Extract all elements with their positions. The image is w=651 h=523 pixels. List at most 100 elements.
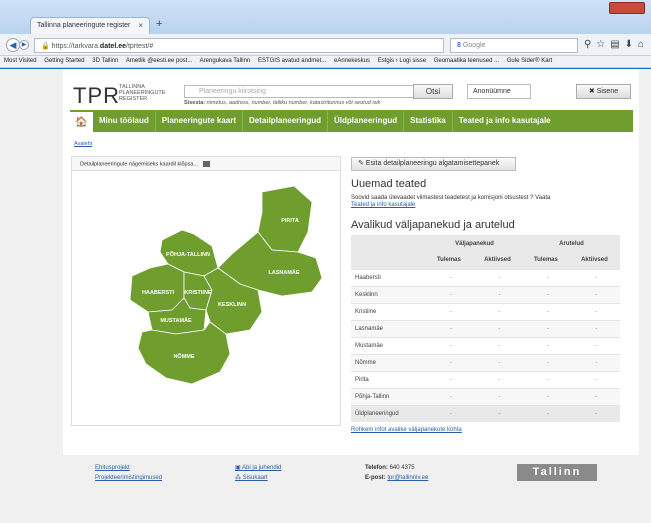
- more-info-link[interactable]: Rohkem infot avalike väljapanekute kohta: [351, 427, 462, 433]
- news-description: Soovid saada ülevaadet viimastest teadet…: [351, 195, 551, 201]
- back-icon[interactable]: ◀: [6, 38, 20, 52]
- nav-statistika[interactable]: Statistika: [404, 110, 453, 132]
- google-icon: 8: [457, 42, 461, 49]
- table-row: Põhja-Tallinn - - - -: [351, 387, 620, 405]
- window-close-button[interactable]: [609, 2, 645, 14]
- cell: -: [522, 404, 569, 422]
- cell: -: [568, 336, 620, 354]
- bookmark-item[interactable]: eAnnekeskus: [334, 58, 370, 64]
- cell: -: [471, 353, 523, 371]
- nav-detailplaneeringud[interactable]: Detailplaneeringud: [243, 110, 329, 132]
- cell: -: [426, 319, 472, 337]
- cell: -: [522, 370, 569, 388]
- browser-toolbar-icons: ⚲ ☆ ▤ ⬇ ⌂: [584, 39, 650, 50]
- cell: -: [522, 302, 569, 320]
- district-map-panel: Detailplaneeringute nägemiseks kaardil k…: [71, 156, 341, 426]
- proposal-button[interactable]: ✎ Esita detailplaneeringu algatamisettep…: [351, 157, 516, 171]
- browser-search-input[interactable]: 8 Google: [450, 38, 578, 53]
- footer-contacts: Telefon: 640 4375 E-post: tpr@tallinnlv.…: [365, 463, 428, 483]
- bookmark-item[interactable]: Getting Started: [44, 58, 84, 64]
- table-row: Kristiine - - - -: [351, 302, 620, 320]
- nav-teated[interactable]: Teated ja info kasutajale: [453, 110, 557, 132]
- search-hint-label: Sisesta:: [184, 100, 206, 106]
- sitemap-icon: ⁂: [235, 475, 243, 481]
- group-header-valjapanekud: Väljapanekud: [426, 235, 523, 252]
- row-name[interactable]: Põhja-Tallinn: [351, 387, 426, 405]
- cell: -: [568, 404, 620, 422]
- star-icon[interactable]: ☆: [596, 39, 605, 50]
- bookmark-item[interactable]: Geomaatika teenused ...: [434, 58, 499, 64]
- bookmark-item[interactable]: ESTGIS avatud andmet...: [258, 58, 326, 64]
- district-label-pirita: PIRITA: [281, 218, 299, 224]
- browser-tab[interactable]: Tallinna planeeringute register ×: [30, 17, 150, 34]
- download-icon[interactable]: ⬇: [625, 39, 633, 50]
- tab-title: Tallinna planeeringute register: [37, 22, 131, 29]
- url-plain: https://tarkvara.: [51, 43, 100, 50]
- nav-planeeringute-kaart[interactable]: Planeeringute kaart: [156, 110, 244, 132]
- login-button[interactable]: ✖ Sisene: [576, 84, 631, 99]
- home-icon[interactable]: 🏠: [70, 110, 93, 132]
- cell: -: [426, 370, 472, 388]
- tallinn-city-logo[interactable]: Tallinn: [517, 464, 597, 481]
- phone-value: 640 4375: [389, 465, 415, 471]
- footer-link-sisukaart-label: Sisukaart: [242, 475, 268, 481]
- footer-email: E-post: tpr@tallinnlv.ee: [365, 473, 428, 483]
- search-hint: Sisesta: nimetus, aadress, number, täili…: [184, 100, 380, 106]
- row-name[interactable]: Pirita: [351, 370, 426, 388]
- site-logo[interactable]: TPR: [73, 83, 120, 109]
- clipboard-icon[interactable]: ▤: [610, 39, 619, 50]
- cell: -: [522, 319, 569, 337]
- row-name[interactable]: Nõmme: [351, 353, 426, 371]
- row-name[interactable]: Kristiine: [351, 302, 426, 320]
- cell: -: [426, 285, 472, 303]
- search-button[interactable]: Otsi: [413, 84, 453, 99]
- url-bar[interactable]: 🔒 https://tarkvara.datel.ee/tprtest/#: [34, 38, 444, 53]
- footer-link-abi[interactable]: ▣ Abi ja juhendid: [235, 463, 281, 473]
- row-name[interactable]: Lasnamäe: [351, 319, 426, 337]
- bookmark-item[interactable]: 3D Tallinn: [92, 58, 118, 64]
- user-field[interactable]: Anonüümne: [467, 84, 531, 99]
- district-label-lasnamae: LASNAMÄE: [268, 269, 299, 276]
- row-name[interactable]: Kesklinn: [351, 285, 426, 303]
- nav-uldplaneeringud[interactable]: Üldplaneeringud: [328, 110, 405, 132]
- cell: -: [568, 319, 620, 337]
- bookmark-item[interactable]: Ametlik @eesti.ee post...: [126, 58, 192, 64]
- bookmark-item[interactable]: Estgis › Logi sisse: [378, 58, 426, 64]
- bookmark-item[interactable]: Gule Sider® Kart: [507, 58, 552, 64]
- table-row: Lasnamäe - - - -: [351, 319, 620, 337]
- cell: -: [426, 353, 472, 371]
- search-icon[interactable]: ⚲: [584, 39, 591, 50]
- search-engine-name: Google: [462, 42, 486, 49]
- tab-close-icon[interactable]: ×: [138, 21, 143, 30]
- footer-link-ehitusprojekt[interactable]: Ehitusprojekt: [95, 463, 162, 473]
- nav-minu-toolaud[interactable]: Minu töölaud: [93, 110, 156, 132]
- bookmark-item[interactable]: Arengukava Tallinn: [200, 58, 251, 64]
- url-path: /tprtest/#: [126, 43, 154, 50]
- table-title: Avalikud väljapanekud ja arutelud: [351, 219, 515, 231]
- footer-link-projekteerimistingimused[interactable]: Projekteerimistingimused: [95, 473, 162, 483]
- new-tab-button[interactable]: +: [156, 18, 162, 30]
- close-x-icon: ✖: [588, 88, 597, 95]
- hearings-table: Väljapanekud Arutelud Tulemas Aktiivsed …: [351, 235, 620, 422]
- district-haabersti[interactable]: [129, 263, 185, 313]
- footer-col-1: Ehitusprojekt Projekteerimistingimused: [95, 463, 162, 483]
- row-name[interactable]: Mustamäe: [351, 336, 426, 354]
- breadcrumb[interactable]: Avaleht: [74, 141, 92, 147]
- email-link[interactable]: tpr@tallinnlv.ee: [387, 475, 428, 481]
- cell: -: [426, 336, 472, 354]
- cell: -: [568, 353, 620, 371]
- footer-link-sisukaart[interactable]: ⁂ Sisukaart: [235, 473, 281, 483]
- row-name[interactable]: Haabersti: [351, 268, 426, 286]
- forward-icon[interactable]: ▶: [19, 40, 29, 50]
- row-name[interactable]: Üldplaneeringud: [351, 404, 426, 422]
- table-row: Pirita - - - -: [351, 370, 620, 388]
- home-icon[interactable]: ⌂: [638, 39, 644, 50]
- info-icon[interactable]: [202, 161, 210, 167]
- quick-search-input[interactable]: Planeeringu kiirotsing: [184, 85, 422, 98]
- bookmark-item[interactable]: Most Visited: [4, 58, 37, 64]
- footer-link-abi-label: Abi ja juhendid: [242, 465, 282, 471]
- site-logo-subtitle: TALLINNA PLANEERINGUTE REGISTER: [119, 84, 166, 102]
- table-row: Kesklinn - - - -: [351, 285, 620, 303]
- cell: -: [471, 302, 523, 320]
- news-link[interactable]: Teated ja info kasutajale: [351, 202, 415, 208]
